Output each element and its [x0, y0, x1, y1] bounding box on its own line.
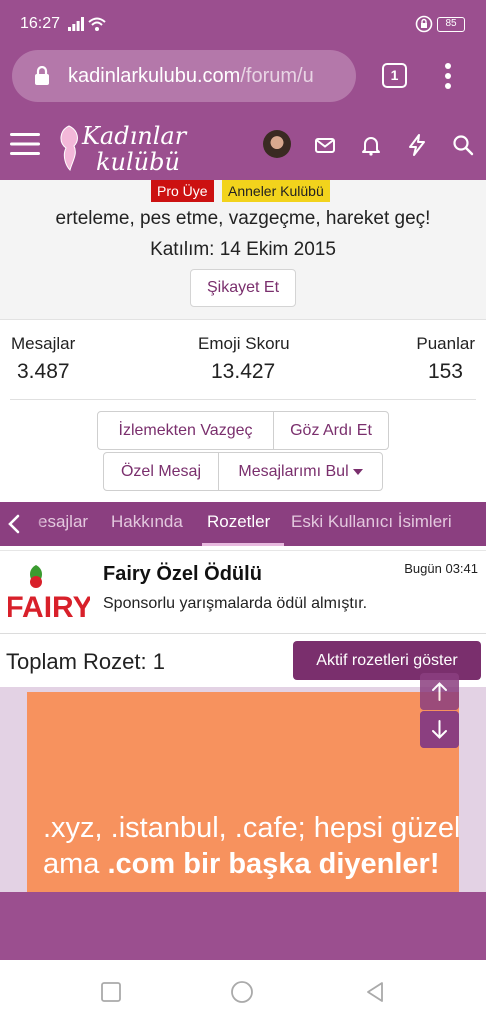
stat-value-messages: 3.487	[17, 360, 70, 383]
unfollow-button[interactable]: İzlemekten Vazgeç	[97, 411, 274, 450]
tab-badges[interactable]: Rozetler	[207, 512, 270, 532]
ad-container: .xyz, .istanbul, .cafe; hepsi güzel ama …	[0, 673, 486, 892]
tab-messages[interactable]: esajlar	[38, 512, 88, 532]
search-icon[interactable]	[452, 134, 474, 156]
stat-label-points: Puanlar	[416, 334, 475, 353]
logo-text-line2: kulübü	[96, 148, 180, 176]
profile-stats: Mesajlar 3.487 Emoji Skoru 13.427 Puanla…	[0, 320, 486, 400]
caret-down-icon	[352, 468, 363, 475]
award-description: Sponsorlu yarışmalarda ödül almıştır.	[103, 595, 368, 612]
rotation-lock-icon	[415, 15, 433, 33]
badge-summary: Toplam Rozet: 1 Aktif rozetleri göster	[0, 635, 486, 687]
bell-icon[interactable]	[360, 134, 382, 156]
scroll-down-icon[interactable]	[420, 711, 459, 748]
hamburger-menu-icon[interactable]	[10, 132, 40, 156]
ad-text-prefix: ama	[43, 848, 108, 880]
stat-value-emoji-score: 13.427	[211, 360, 276, 383]
user-avatar[interactable]	[263, 130, 291, 158]
divider	[10, 399, 476, 400]
pro-member-badge: Pro Üye	[151, 180, 214, 202]
lightning-icon[interactable]	[406, 134, 428, 156]
flower-logo-icon	[60, 125, 78, 171]
tab-old-usernames[interactable]: Eski Kullanıcı İsimleri	[291, 512, 452, 532]
profile-tagline: erteleme, pes etme, vazgeçme, hareket ge…	[55, 208, 431, 229]
stat-label-emoji-score: Emoji Skoru	[198, 334, 290, 353]
chevron-left-icon[interactable]	[0, 502, 30, 546]
wifi-icon	[88, 17, 106, 31]
find-messages-dropdown[interactable]: Mesajlarımı Bul	[218, 452, 383, 491]
scroll-up-icon[interactable]	[420, 673, 459, 710]
signal-icon	[68, 17, 84, 31]
anneler-kulubu-badge: Anneler Kulübü	[222, 180, 330, 202]
site-logo[interactable]: Kadınlar kulübü	[56, 120, 186, 176]
logo-text-line1: Kadınlar	[82, 122, 187, 150]
ad-banner[interactable]: .xyz, .istanbul, .cafe; hepsi güzel ama …	[27, 692, 461, 892]
site-header: Kadınlar kulübü	[0, 112, 486, 180]
find-messages-label: Mesajlarımı Bul	[238, 463, 349, 480]
url-text: kadinlarkulubu.com/forum/u	[68, 65, 350, 88]
total-badges: Toplam Rozet: 1	[6, 649, 165, 674]
footer-band	[0, 892, 486, 960]
award-date: Bugün 03:41	[404, 561, 478, 576]
back-icon[interactable]	[363, 980, 387, 1004]
profile-header: Pro Üye Anneler Kulübü erteleme, pes etm…	[0, 180, 486, 320]
award-card: FAIRY Fairy Özel Ödülü Sponsorlu yarışma…	[0, 550, 486, 634]
ignore-button[interactable]: Göz Ardı Et	[273, 411, 389, 450]
mail-icon[interactable]	[314, 134, 336, 156]
lock-icon	[35, 66, 49, 85]
tab-about[interactable]: Hakkında	[111, 512, 183, 532]
tab-fade	[30, 502, 44, 546]
url-domain: kadinlarkulubu.com	[68, 65, 241, 87]
url-path: /forum/u	[240, 65, 314, 87]
status-bar: 16:27 85	[0, 0, 486, 50]
recent-apps-icon[interactable]	[99, 980, 123, 1004]
battery-indicator: 85	[437, 17, 465, 32]
stat-value-points: 153	[427, 360, 463, 383]
profile-tabs: esajlar Hakkında Rozetler Eski Kullanıcı…	[0, 502, 486, 546]
browser-menu-icon[interactable]	[438, 62, 458, 90]
system-nav-bar	[0, 960, 486, 1024]
join-date: Katılım: 14 Ekim 2015	[150, 239, 336, 260]
ad-text-bold: .com bir başka diyenler!	[107, 848, 440, 880]
report-button[interactable]: Şikayet Et	[190, 269, 296, 307]
home-icon[interactable]	[230, 980, 254, 1004]
ad-text-line1: .xyz, .istanbul, .cafe; hepsi güzel	[43, 812, 461, 844]
award-title[interactable]: Fairy Özel Ödülü	[103, 563, 262, 586]
browser-toolbar: kadinlarkulubu.com/forum/u 1	[0, 50, 486, 112]
fairy-logo: FAIRY	[8, 565, 90, 623]
private-message-button[interactable]: Özel Mesaj	[103, 452, 219, 491]
ad-text-line2: ama .com bir başka diyenler!	[43, 848, 440, 881]
status-time: 16:27	[20, 15, 61, 32]
stat-label-messages: Mesajlar	[11, 334, 76, 353]
address-bar[interactable]: kadinlarkulubu.com/forum/u	[12, 50, 356, 102]
fairy-logo-text: FAIRY	[8, 591, 90, 623]
tab-switcher-button[interactable]: 1	[382, 63, 407, 88]
active-tab-indicator	[202, 543, 284, 546]
